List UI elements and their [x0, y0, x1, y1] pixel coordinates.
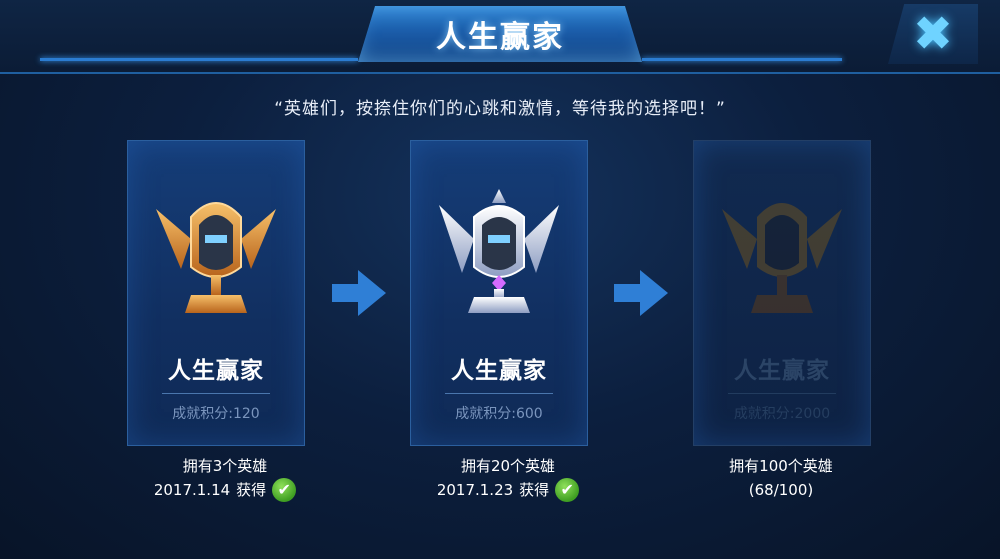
card-score: 成就积分:2000 [733, 406, 831, 422]
completion-date: 2017.1.14 [153, 481, 231, 499]
progress-count: (68/100) [748, 481, 814, 499]
card-score: 成就积分:600 [455, 406, 543, 422]
card-title: 人生赢家 [168, 358, 264, 384]
page-title: 人生赢家 [436, 20, 564, 55]
hero-quote: “英雄们，按捺住你们的心跳和激情，等待我的选择吧！” [274, 99, 726, 119]
check-icon: ✔ [555, 478, 580, 502]
completion-date: 2017.1.23 [436, 481, 514, 499]
status-label: 获得 [236, 481, 267, 499]
achievement-card-bronze[interactable]: 人生赢家 成就积分:120 [127, 140, 305, 446]
bronze-trophy-icon [156, 202, 276, 313]
check-icon: ✔ [272, 478, 297, 502]
arrow-right-icon [332, 270, 386, 316]
arrow-right-icon [614, 270, 668, 316]
achievement-card-silver[interactable]: 人生赢家 成就积分:600 [410, 140, 588, 446]
requirement-gold: 拥有100个英雄 (68/100) [671, 454, 891, 502]
header-divider-right [642, 58, 842, 61]
silver-trophy-icon [439, 189, 559, 313]
requirement-text: 拥有100个英雄 [729, 457, 833, 475]
requirement-silver: 拥有20个英雄 2017.1.23 获得 ✔ [398, 454, 618, 502]
card-title: 人生赢家 [451, 358, 547, 384]
close-x-icon[interactable]: ✖ [913, 10, 953, 58]
requirement-text: 拥有20个英雄 [460, 457, 556, 475]
gold-trophy-locked-icon [722, 203, 842, 313]
achievement-card-gold-locked[interactable]: 人生赢家 成就积分:2000 [693, 140, 871, 446]
requirement-bronze: 拥有3个英雄 2017.1.14 获得 ✔ [115, 454, 335, 502]
card-divider [162, 393, 270, 394]
status-label: 获得 [519, 481, 550, 499]
card-title: 人生赢家 [734, 358, 830, 384]
requirement-text: 拥有3个英雄 [182, 457, 268, 475]
card-divider [445, 393, 553, 394]
header-divider-left [40, 58, 358, 61]
card-divider [728, 393, 836, 394]
card-score: 成就积分:120 [172, 406, 260, 422]
